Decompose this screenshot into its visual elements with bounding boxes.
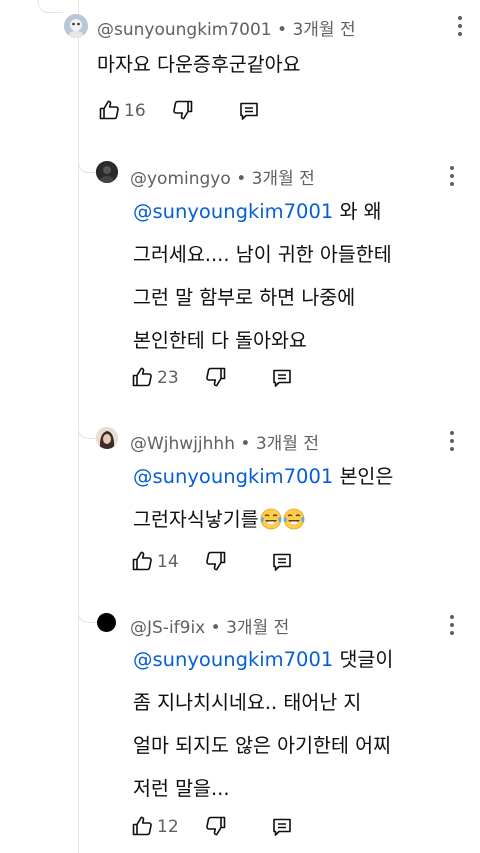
author-handle[interactable]: @Wjhwjjhhh xyxy=(130,434,235,454)
thumbs-down-icon[interactable] xyxy=(204,549,228,573)
mention-link[interactable]: @sunyoungkim7001 xyxy=(133,465,333,488)
like-count: 16 xyxy=(124,101,146,121)
reply-icon[interactable] xyxy=(270,550,294,574)
thread-connector xyxy=(38,0,63,13)
avatar-image-icon xyxy=(64,14,88,38)
thumbs-up-icon[interactable] xyxy=(97,98,121,122)
thumbs-down-icon[interactable] xyxy=(171,98,195,122)
comment-actions: 16 xyxy=(97,98,297,128)
comment-meta: @sunyoungkim7001 • 3개월 전 xyxy=(97,15,356,40)
author-handle[interactable]: @sunyoungkim7001 xyxy=(97,20,272,40)
like-count: 12 xyxy=(157,817,179,837)
author-handle[interactable]: @JS-if9ix xyxy=(130,618,205,638)
thread-connector xyxy=(78,608,97,623)
avatar[interactable] xyxy=(97,613,116,632)
comment-text: @sunyoungkim7001 댓글이 좀 지나치시네요.. 태어난 지 얼마… xyxy=(133,648,394,800)
thumbs-up-icon[interactable] xyxy=(130,814,154,838)
thumbs-down-icon[interactable] xyxy=(204,814,228,838)
avatar[interactable] xyxy=(96,161,118,183)
thread-connector xyxy=(78,424,97,439)
comment-actions: 14 xyxy=(130,549,330,579)
comment-time: • 3개월 전 xyxy=(277,20,356,40)
comment-text: @sunyoungkim7001 와 왜 그러세요.... 남이 귀한 아들한테… xyxy=(133,200,392,352)
comment-meta: @JS-if9ix • 3개월 전 xyxy=(130,613,289,638)
avatar-image-icon xyxy=(96,161,118,183)
face-with-tears-of-joy-emoji xyxy=(259,508,282,530)
comment-time: • 3개월 전 xyxy=(240,434,319,454)
like-count: 14 xyxy=(157,552,179,572)
thumbs-up-icon[interactable] xyxy=(130,365,154,389)
avatar[interactable] xyxy=(64,14,88,38)
mention-link[interactable]: @sunyoungkim7001 xyxy=(133,200,333,223)
thumbs-down-icon[interactable] xyxy=(204,365,228,389)
face-with-tears-of-joy-emoji xyxy=(282,508,305,530)
comment-actions: 23 xyxy=(130,365,330,395)
comment-meta: @yomingyo • 3개월 전 xyxy=(130,164,315,189)
like-count: 23 xyxy=(157,368,179,388)
avatar-image-icon xyxy=(96,427,118,449)
more-vert-icon[interactable] xyxy=(449,166,455,190)
reply-icon[interactable] xyxy=(270,815,294,839)
more-vert-icon[interactable] xyxy=(449,615,455,639)
more-vert-icon[interactable] xyxy=(457,16,463,40)
avatar[interactable] xyxy=(96,427,118,449)
comment-actions: 12 xyxy=(130,814,330,844)
reply-icon[interactable] xyxy=(237,99,261,123)
comment-meta: @Wjhwjjhhh • 3개월 전 xyxy=(130,429,319,454)
thumbs-up-icon[interactable] xyxy=(130,549,154,573)
author-handle[interactable]: @yomingyo xyxy=(130,169,231,189)
comment-time: • 3개월 전 xyxy=(236,169,315,189)
comment-text: @sunyoungkim7001 본인은 그런자식낳기를 xyxy=(133,465,394,531)
comment-text: 마자요 다운증후군같아요 xyxy=(97,53,301,76)
comment-time: • 3개월 전 xyxy=(210,618,290,638)
reply-icon[interactable] xyxy=(270,366,294,390)
thread-connector xyxy=(78,158,97,173)
mention-link[interactable]: @sunyoungkim7001 xyxy=(133,648,333,671)
more-vert-icon[interactable] xyxy=(449,431,455,455)
